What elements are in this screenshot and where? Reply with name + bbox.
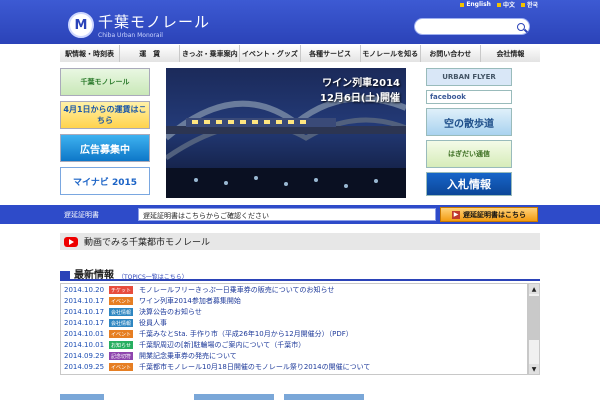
topic-row[interactable]: 2014.10.17 会社情報 役員人事 <box>61 318 527 328</box>
nav-company[interactable]: 会社情報 <box>480 45 540 62</box>
topic-date: 2014.09.29 <box>64 352 105 360</box>
topic-link[interactable]: ワイン列車2014参加者募集開始 <box>139 296 241 306</box>
topics-divider <box>60 279 540 281</box>
lang-chinese[interactable]: 中文 <box>496 0 515 9</box>
topic-date: 2014.10.01 <box>64 341 105 349</box>
notice-text: 動画でみる千葉都市モノレール <box>84 238 211 248</box>
language-bar: English 中文 한국 <box>460 0 538 9</box>
arrow-right-icon: ▶ <box>452 210 460 219</box>
nav-events[interactable]: イベント・グッズ <box>240 45 300 62</box>
banner-fare-change[interactable]: 4月1日からの運賃はこちら <box>60 101 150 129</box>
hero-slideshow[interactable]: ワイン列車2014 12月6日(土)開催 <box>166 68 406 198</box>
banner-bid-info[interactable]: 入札情報 <box>426 172 512 196</box>
topic-row[interactable]: 2014.10.20 チケット モノレールフリーきっぷ一日乗車券の販売についてのお知… <box>61 285 527 295</box>
topic-date: 2014.09.25 <box>64 363 105 371</box>
topic-tag: お知らせ <box>109 341 133 349</box>
topic-date: 2014.10.20 <box>64 286 105 294</box>
certbar-field[interactable]: 遅延証明書はこちらからご確認ください <box>138 208 436 221</box>
topic-tag: 会社情報 <box>109 308 133 316</box>
certbar-button-label: 遅延証明書はこちら <box>463 210 526 219</box>
topic-date: 2014.10.17 <box>64 297 105 305</box>
nav-fare[interactable]: 運 賃 <box>120 45 180 62</box>
topic-tag: イベント <box>109 330 133 338</box>
topic-link[interactable]: 役員人事 <box>139 318 167 328</box>
thumbnail[interactable] <box>194 394 274 400</box>
certbar-label: 遅延証明書 <box>64 211 99 219</box>
topic-tag: イベント <box>109 297 133 305</box>
bottom-thumbnails <box>60 394 540 400</box>
right-banner-column: URBAN FLYER facebook 空の散歩道 はぎだい通信 入札情報 <box>426 68 512 200</box>
scroll-up-icon[interactable]: ▲ <box>529 284 539 294</box>
hero-caption: ワイン列車2014 12月6日(土)開催 <box>320 74 400 104</box>
topic-link[interactable]: 開業記念乗車券の発売について <box>139 351 237 361</box>
topic-row[interactable]: 2014.09.29 記念切符 開業記念乗車券の発売について <box>61 351 527 361</box>
logo-subtitle: Chiba Urban Monorail <box>98 32 163 39</box>
topic-link[interactable]: 千葉みなとSta. 手作り市（平成26年10月から12月開催分）（PDF） <box>139 329 353 339</box>
scroll-thumb[interactable] <box>529 296 539 340</box>
search-input[interactable] <box>414 18 530 35</box>
banner-hagidai[interactable]: はぎだい通信 <box>426 140 512 168</box>
nav-stations[interactable]: 駅情報・時刻表 <box>60 45 120 62</box>
topic-link[interactable]: 決算公告のお知らせ <box>139 307 202 317</box>
topics-scrollbar[interactable]: ▲ ▼ <box>528 283 540 375</box>
topic-row[interactable]: 2014.10.17 イベント ワイン列車2014参加者募集開始 <box>61 296 527 306</box>
topic-date: 2014.10.01 <box>64 330 105 338</box>
topic-row[interactable]: 2014.10.01 イベント 千葉みなとSta. 手作り市（平成26年10月から1… <box>61 329 527 339</box>
left-banner-column: 千葉モノレール 4月1日からの運賃はこちら 広告募集中 マイナビ 2015 <box>60 68 150 200</box>
topic-link[interactable]: 千葉駅周辺の[新]駐輪場のご案内について（千葉市） <box>139 340 305 350</box>
thumbnail[interactable] <box>284 394 364 400</box>
logo-title: 千葉モノレール <box>98 13 211 31</box>
video-notice[interactable]: 動画でみる千葉都市モノレール <box>60 233 540 250</box>
topic-tag: 記念切符 <box>109 352 133 360</box>
topic-tag: 会社情報 <box>109 319 133 327</box>
topic-date: 2014.10.17 <box>64 319 105 327</box>
topic-date: 2014.10.17 <box>64 308 105 316</box>
main-nav: 駅情報・時刻表 運 賃 きっぷ・乗車案内 イベント・グッズ 各種サービス モノレ… <box>60 45 540 62</box>
hero-caption-line1: ワイン列車2014 <box>322 78 400 89</box>
site-logo[interactable]: M 千葉モノレール Chiba Urban Monorail <box>68 11 210 39</box>
nav-about-monorail[interactable]: モノレールを知る <box>360 45 420 62</box>
topic-link[interactable]: モノレールフリーきっぷ一日乗車券の販売についてのお知らせ <box>139 285 334 295</box>
monorail-logo-icon: M <box>68 12 94 38</box>
site-header: English 中文 한국 M 千葉モノレール Chiba Urban Mono… <box>0 0 600 44</box>
delay-certificate-button[interactable]: ▶ 遅延証明書はこちら <box>440 207 538 222</box>
hero-caption-line2: 12月6日(土)開催 <box>319 93 400 104</box>
banner-sky-walk[interactable]: 空の散歩道 <box>426 108 512 136</box>
nav-services[interactable]: 各種サービス <box>300 45 360 62</box>
scroll-down-icon[interactable]: ▼ <box>529 364 539 374</box>
banner-urban-flyer[interactable]: URBAN FLYER <box>426 68 512 86</box>
banner-mascot[interactable]: 千葉モノレール <box>60 68 150 96</box>
search-icon[interactable] <box>517 22 525 31</box>
topic-tag: イベント <box>109 363 133 371</box>
lang-korean[interactable]: 한국 <box>520 0 538 9</box>
banner-mynavi[interactable]: マイナビ 2015 <box>60 167 150 195</box>
topic-row[interactable]: 2014.10.17 会社情報 決算公告のお知らせ <box>61 307 527 317</box>
banner-facebook[interactable]: facebook <box>426 90 512 104</box>
thumbnail[interactable] <box>60 394 104 400</box>
nav-contact[interactable]: お問い合わせ <box>420 45 480 62</box>
delay-certificate-bar: 遅延証明書 遅延証明書はこちらからご確認ください ▶ 遅延証明書はこちら <box>0 205 600 224</box>
topic-link[interactable]: 千葉都市モノレール10月18日開催のモノレール祭り2014の開催について <box>139 362 370 372</box>
nav-tickets[interactable]: きっぷ・乗車案内 <box>180 45 240 62</box>
topic-row[interactable]: 2014.10.01 お知らせ 千葉駅周辺の[新]駐輪場のご案内について（千葉市） <box>61 340 527 350</box>
youtube-icon <box>64 236 78 247</box>
topics-list: 2014.10.20 チケット モノレールフリーきっぷ一日乗車券の販売についてのお知… <box>60 283 528 375</box>
lang-english[interactable]: English <box>460 1 491 8</box>
topic-tag: チケット <box>109 286 133 294</box>
banner-ad-wanted[interactable]: 広告募集中 <box>60 134 150 162</box>
topic-row[interactable]: 2014.09.25 イベント 千葉都市モノレール10月18日開催のモノレール祭り2… <box>61 362 527 372</box>
